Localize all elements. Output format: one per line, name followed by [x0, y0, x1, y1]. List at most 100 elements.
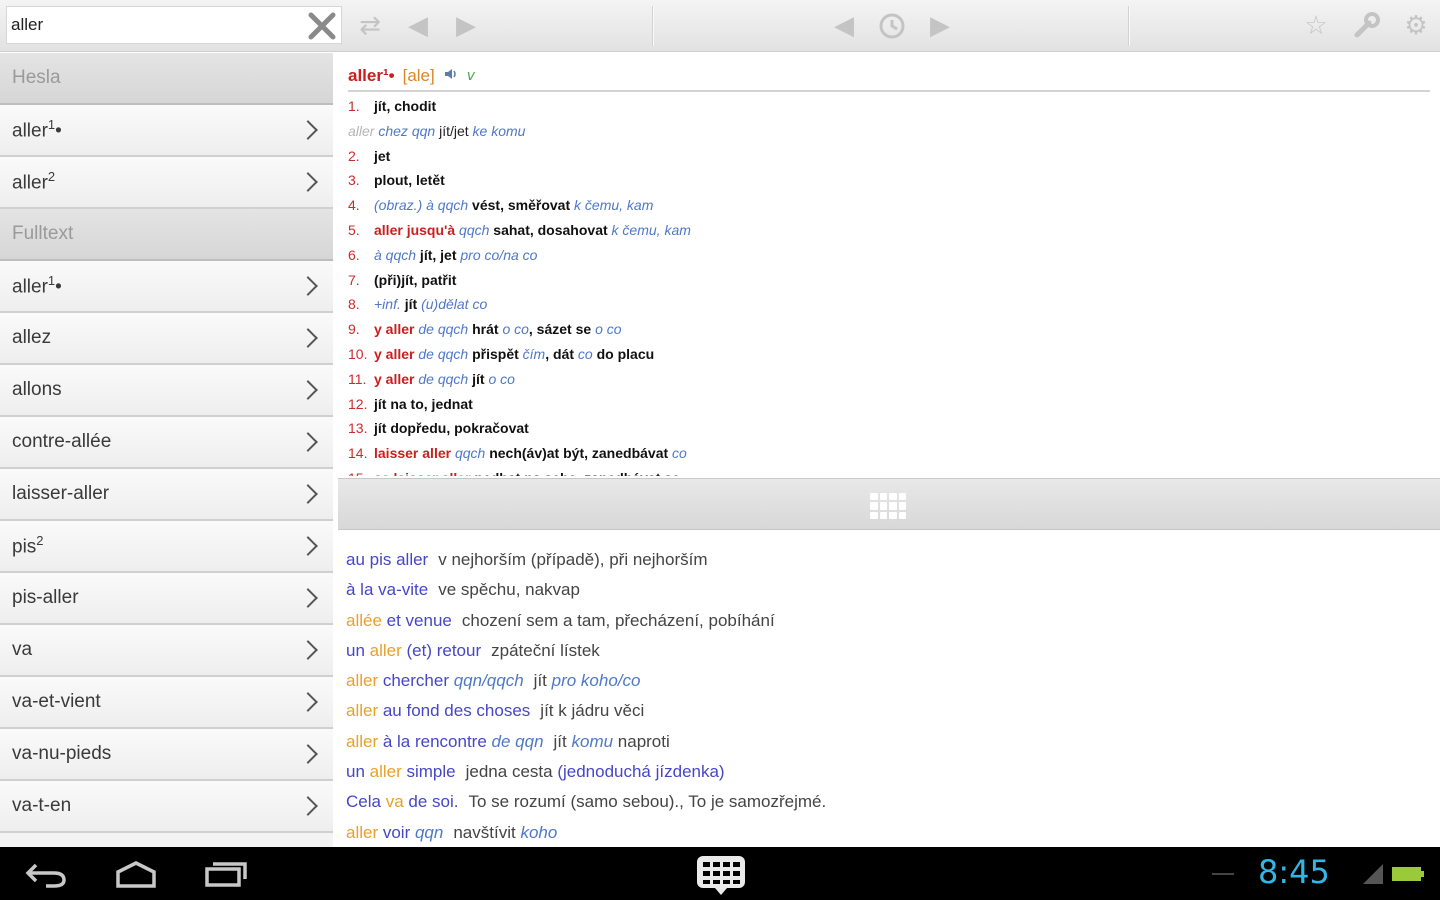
homonym-number: 2	[47, 169, 56, 185]
text-segment[interactable]: o co	[595, 321, 621, 337]
history-back-icon[interactable]: ◀	[826, 8, 862, 44]
history-forward-icon[interactable]: ▶	[922, 8, 958, 44]
tools-wrench-icon[interactable]	[1348, 8, 1384, 44]
speaker-icon[interactable]	[443, 66, 459, 86]
text-segment[interactable]: k čemu, kam	[612, 222, 691, 238]
text-segment[interactable]: y aller	[374, 346, 414, 362]
phrase-list: au pis aller v nejhorším (případě), při n…	[338, 532, 1440, 847]
text-segment: do placu	[592, 345, 655, 362]
phrase-translation: navštívit koho	[453, 823, 557, 842]
list-item[interactable]: va	[0, 625, 333, 677]
text-segment[interactable]: de qqch	[414, 371, 468, 387]
list-item[interactable]: aller1•	[0, 261, 333, 313]
text-segment[interactable]: ke komu	[473, 123, 526, 139]
text-segment[interactable]: laisser aller	[374, 445, 451, 461]
prev-entry-icon[interactable]: ◀	[400, 8, 436, 44]
text-segment[interactable]: o co	[488, 371, 514, 387]
phrase-row[interactable]: aller chercher qqn/qqch jít pro koho/co	[346, 666, 1440, 696]
text-segment[interactable]: (obraz.) à qqch	[374, 197, 468, 213]
text-segment: va	[385, 792, 404, 812]
text-segment[interactable]: de qqch	[414, 346, 468, 362]
back-icon[interactable]	[22, 857, 70, 891]
text-segment: zpáteční lístek	[491, 640, 600, 660]
settings-gear-icon[interactable]: ⚙	[1398, 8, 1434, 44]
phrase-row[interactable]: aller au fond des choses jít k jádru věci	[346, 696, 1440, 726]
phrase-french: un aller (et) retour	[346, 641, 481, 660]
list-item-word: aller	[12, 120, 48, 142]
text-segment[interactable]: chez qqn	[374, 123, 435, 139]
swap-direction-icon[interactable]: ⇄	[352, 8, 388, 44]
sense-list: 1. jít, chodit aller chez qqn jít/jet ke k…	[348, 92, 1430, 476]
chevron-right-icon	[298, 120, 318, 140]
list-item-label: va-et-vient	[12, 691, 101, 713]
text-segment[interactable]: +inf.	[374, 296, 401, 312]
text-segment[interactable]: co	[672, 445, 687, 461]
list-item[interactable]: contre-allée	[0, 417, 333, 469]
pane-divider[interactable]	[338, 478, 1440, 530]
phrase-row[interactable]: aller à la rencontre de qqn jít komu napr…	[346, 727, 1440, 757]
text-segment[interactable]: čím	[523, 346, 546, 362]
phrase-row[interactable]: allée et venue chození sem a tam, přecház…	[346, 606, 1440, 636]
text-segment[interactable]: à qqch	[374, 247, 416, 263]
phrase-row[interactable]: Cela va de soi. To se rozumí (samo sebou)…	[346, 787, 1440, 817]
phrase-row[interactable]: au pis aller v nejhorším (případě), při n…	[346, 545, 1440, 575]
sense-number: 5.	[348, 221, 360, 238]
phrase-row[interactable]: un aller simple jedna cesta (jednoduchá j…	[346, 757, 1440, 787]
text-segment[interactable]: y aller	[374, 321, 414, 337]
list-item[interactable]: allons	[0, 365, 333, 417]
phrase-row[interactable]: aller voir qqn navštívit koho	[346, 818, 1440, 847]
sense-line: 15.se laisser aller nedbat na sebe, zane…	[348, 466, 1430, 476]
text-segment: nedbat na sebe, zanedbávat se	[471, 470, 679, 476]
list-item[interactable]: pis-aller	[0, 573, 333, 625]
text-segment[interactable]: pro co/na co	[460, 247, 537, 263]
list-item[interactable]: aller2	[0, 157, 333, 209]
text-segment: (jednoduchá jízdenka)	[557, 762, 725, 782]
recent-apps-icon[interactable]	[200, 857, 252, 891]
text-segment: (et) retour	[401, 640, 482, 660]
sense-number: 11.	[348, 370, 367, 387]
sense-line: 5. aller jusqu'à qqch sahat, dosahovat k …	[348, 218, 1430, 243]
drag-grip-icon[interactable]	[870, 493, 906, 519]
phrase-french: allée et venue	[346, 611, 452, 630]
next-entry-icon[interactable]: ▶	[448, 8, 484, 44]
sense-line: 9. y aller de qqch hrát o co, sázet se o …	[348, 317, 1430, 342]
text-segment: jet	[374, 147, 391, 164]
chevron-right-icon	[298, 796, 318, 816]
favorite-star-icon[interactable]: ☆	[1298, 8, 1334, 44]
history-icon[interactable]	[874, 8, 910, 44]
text-segment: jít na to, jednat	[374, 395, 473, 412]
phrase-translation: chození sem a tam, přecházení, pobíhání	[462, 611, 775, 630]
app-drawer-icon[interactable]	[694, 853, 748, 897]
text-segment[interactable]: se laisser aller	[374, 470, 471, 476]
list-item[interactable]: va-et-vient	[0, 677, 333, 729]
text-segment: chození sem a tam, přecházení, pobíhání	[461, 610, 775, 630]
text-segment: qqn/qqch	[453, 671, 524, 691]
phrase-row[interactable]: à la va-vite ve spěchu, nakvap	[346, 575, 1440, 605]
text-segment[interactable]: co	[578, 346, 593, 362]
list-item[interactable]: pis2	[0, 521, 333, 573]
text-segment: nech(áv)at být, zanedbávat	[485, 445, 673, 462]
text-segment[interactable]: qqch	[455, 222, 489, 238]
clear-search-icon[interactable]	[305, 9, 339, 43]
list-item[interactable]: laisser-aller	[0, 469, 333, 521]
chevron-right-icon	[298, 380, 318, 400]
list-item[interactable]: allez	[0, 313, 333, 365]
list-item[interactable]: va-t-en	[0, 781, 333, 833]
search-input[interactable]	[11, 11, 301, 39]
text-segment[interactable]: o co	[502, 321, 528, 337]
text-segment[interactable]: qqch	[451, 445, 485, 461]
chevron-right-icon	[298, 276, 318, 296]
list-item-label: pis2	[12, 533, 44, 558]
text-segment[interactable]: de qqch	[414, 321, 468, 337]
text-segment[interactable]: y aller	[374, 371, 414, 387]
list-item[interactable]: aller1•	[0, 105, 333, 157]
text-segment[interactable]: aller jusqu'à	[374, 222, 455, 238]
text-segment: aller	[346, 822, 379, 842]
text-segment[interactable]: k čemu, kam	[574, 197, 653, 213]
phrase-french: aller chercher qqn/qqch	[346, 671, 524, 690]
phrase-row[interactable]: un aller (et) retour zpáteční lístek	[346, 636, 1440, 666]
list-item[interactable]: va-nu-pieds	[0, 729, 333, 781]
home-icon[interactable]	[110, 857, 162, 891]
clock[interactable]: 8:45	[1258, 853, 1358, 893]
text-segment[interactable]: (u)dělat co	[421, 296, 487, 312]
